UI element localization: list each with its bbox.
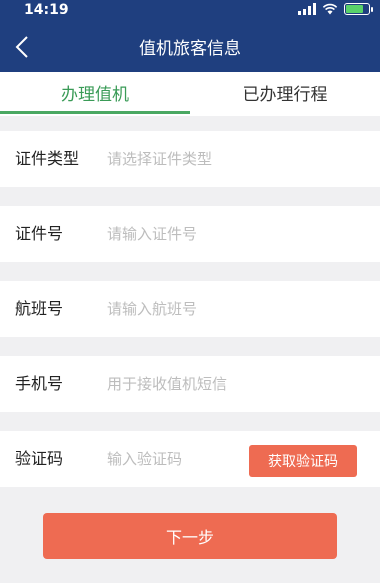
verification-code-input[interactable] xyxy=(107,445,242,473)
tab-check-in[interactable]: 办理值机 xyxy=(0,72,190,116)
nav-bar: 值机旅客信息 xyxy=(0,22,380,72)
battery-charging-icon xyxy=(344,3,373,15)
flight-number-input[interactable] xyxy=(107,295,337,323)
active-tab-indicator xyxy=(0,111,190,114)
id-type-row[interactable]: 证件类型 xyxy=(0,131,380,187)
id-number-row: 证件号 xyxy=(0,206,380,262)
tab-completed-trips[interactable]: 已办理行程 xyxy=(190,72,380,116)
wifi-icon xyxy=(322,3,338,15)
id-type-label: 证件类型 xyxy=(15,149,80,168)
page-title: 值机旅客信息 xyxy=(139,39,241,59)
verification-code-label: 验证码 xyxy=(15,449,64,468)
signal-icon xyxy=(298,3,316,15)
verification-code-row: 验证码 获取验证码 xyxy=(0,431,380,487)
status-bar: 14:19 xyxy=(0,0,380,22)
status-time: 14:19 xyxy=(24,2,69,18)
flight-number-row: 航班号 xyxy=(0,281,380,337)
id-number-input[interactable] xyxy=(107,220,337,248)
next-step-button[interactable]: 下一步 xyxy=(43,513,337,559)
phone-input[interactable] xyxy=(107,370,337,398)
id-number-label: 证件号 xyxy=(15,224,64,243)
phone-label: 手机号 xyxy=(15,374,64,393)
get-code-button[interactable]: 获取验证码 xyxy=(249,445,357,477)
status-icons xyxy=(298,3,373,15)
tab-bar: 办理值机 已办理行程 xyxy=(0,72,380,116)
flight-number-label: 航班号 xyxy=(15,299,64,318)
id-type-select[interactable] xyxy=(107,145,337,173)
phone-row: 手机号 xyxy=(0,356,380,412)
